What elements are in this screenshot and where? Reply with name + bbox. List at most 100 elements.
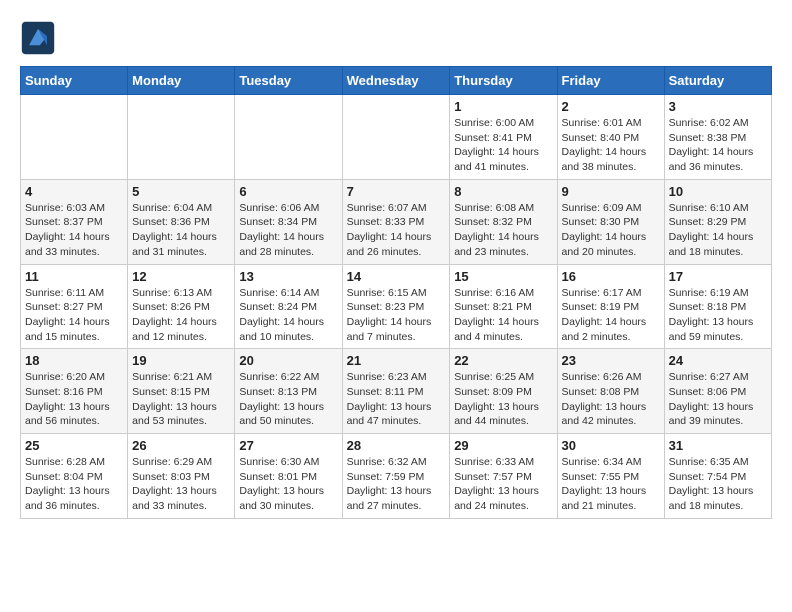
day-info: Sunrise: 6:25 AM Sunset: 8:09 PM Dayligh… <box>454 370 552 429</box>
day-info: Sunrise: 6:10 AM Sunset: 8:29 PM Dayligh… <box>669 201 767 260</box>
day-info: Sunrise: 6:35 AM Sunset: 7:54 PM Dayligh… <box>669 455 767 514</box>
header-row: SundayMondayTuesdayWednesdayThursdayFrid… <box>21 67 772 95</box>
day-info: Sunrise: 6:19 AM Sunset: 8:18 PM Dayligh… <box>669 286 767 345</box>
header <box>20 20 772 56</box>
calendar-cell: 3 Sunrise: 6:02 AM Sunset: 8:38 PM Daylig… <box>664 95 771 180</box>
day-number: 14 <box>347 269 446 284</box>
day-info: Sunrise: 6:23 AM Sunset: 8:11 PM Dayligh… <box>347 370 446 429</box>
day-number: 26 <box>132 438 230 453</box>
calendar-cell <box>342 95 450 180</box>
day-number: 6 <box>239 184 337 199</box>
calendar-cell: 18 Sunrise: 6:20 AM Sunset: 8:16 PM Dayli… <box>21 349 128 434</box>
calendar-cell: 27 Sunrise: 6:30 AM Sunset: 8:01 PM Dayli… <box>235 434 342 519</box>
day-number: 8 <box>454 184 552 199</box>
calendar-cell: 25 Sunrise: 6:28 AM Sunset: 8:04 PM Dayli… <box>21 434 128 519</box>
header-day-thursday: Thursday <box>450 67 557 95</box>
day-info: Sunrise: 6:34 AM Sunset: 7:55 PM Dayligh… <box>562 455 660 514</box>
day-number: 27 <box>239 438 337 453</box>
week-row-4: 18 Sunrise: 6:20 AM Sunset: 8:16 PM Dayli… <box>21 349 772 434</box>
calendar-cell <box>235 95 342 180</box>
calendar-cell: 26 Sunrise: 6:29 AM Sunset: 8:03 PM Dayli… <box>128 434 235 519</box>
week-row-3: 11Sunrise: 6:11 AM Sunset: 8:27 PM Dayli… <box>21 264 772 349</box>
day-number: 3 <box>669 99 767 114</box>
day-number: 12 <box>132 269 230 284</box>
calendar-cell: 11Sunrise: 6:11 AM Sunset: 8:27 PM Dayli… <box>21 264 128 349</box>
calendar-cell: 9Sunrise: 6:09 AM Sunset: 8:30 PM Daylig… <box>557 179 664 264</box>
day-info: Sunrise: 6:15 AM Sunset: 8:23 PM Dayligh… <box>347 286 446 345</box>
day-info: Sunrise: 6:27 AM Sunset: 8:06 PM Dayligh… <box>669 370 767 429</box>
day-number: 11 <box>25 269 123 284</box>
day-number: 30 <box>562 438 660 453</box>
logo <box>20 20 60 56</box>
day-number: 23 <box>562 353 660 368</box>
day-number: 24 <box>669 353 767 368</box>
header-day-sunday: Sunday <box>21 67 128 95</box>
calendar-body: 1Sunrise: 6:00 AM Sunset: 8:41 PM Daylig… <box>21 95 772 519</box>
calendar-cell: 15 Sunrise: 6:16 AM Sunset: 8:21 PM Dayli… <box>450 264 557 349</box>
day-info: Sunrise: 6:06 AM Sunset: 8:34 PM Dayligh… <box>239 201 337 260</box>
calendar-cell: 23 Sunrise: 6:26 AM Sunset: 8:08 PM Dayli… <box>557 349 664 434</box>
calendar-cell <box>21 95 128 180</box>
day-number: 7 <box>347 184 446 199</box>
day-info: Sunrise: 6:13 AM Sunset: 8:26 PM Dayligh… <box>132 286 230 345</box>
day-number: 28 <box>347 438 446 453</box>
calendar-cell: 30 Sunrise: 6:34 AM Sunset: 7:55 PM Dayli… <box>557 434 664 519</box>
day-info: Sunrise: 6:17 AM Sunset: 8:19 PM Dayligh… <box>562 286 660 345</box>
day-number: 22 <box>454 353 552 368</box>
day-number: 10 <box>669 184 767 199</box>
day-info: Sunrise: 6:21 AM Sunset: 8:15 PM Dayligh… <box>132 370 230 429</box>
calendar-cell: 28 Sunrise: 6:32 AM Sunset: 7:59 PM Dayli… <box>342 434 450 519</box>
day-number: 25 <box>25 438 123 453</box>
day-number: 17 <box>669 269 767 284</box>
week-row-2: 4Sunrise: 6:03 AM Sunset: 8:37 PM Daylig… <box>21 179 772 264</box>
day-number: 5 <box>132 184 230 199</box>
day-info: Sunrise: 6:09 AM Sunset: 8:30 PM Dayligh… <box>562 201 660 260</box>
day-info: Sunrise: 6:20 AM Sunset: 8:16 PM Dayligh… <box>25 370 123 429</box>
header-day-monday: Monday <box>128 67 235 95</box>
day-number: 31 <box>669 438 767 453</box>
week-row-1: 1Sunrise: 6:00 AM Sunset: 8:41 PM Daylig… <box>21 95 772 180</box>
calendar-cell: 14 Sunrise: 6:15 AM Sunset: 8:23 PM Dayli… <box>342 264 450 349</box>
day-info: Sunrise: 6:29 AM Sunset: 8:03 PM Dayligh… <box>132 455 230 514</box>
calendar-cell: 21 Sunrise: 6:23 AM Sunset: 8:11 PM Dayli… <box>342 349 450 434</box>
calendar-cell: 4Sunrise: 6:03 AM Sunset: 8:37 PM Daylig… <box>21 179 128 264</box>
calendar-cell: 10 Sunrise: 6:10 AM Sunset: 8:29 PM Dayli… <box>664 179 771 264</box>
header-day-wednesday: Wednesday <box>342 67 450 95</box>
logo-icon <box>20 20 56 56</box>
week-row-5: 25 Sunrise: 6:28 AM Sunset: 8:04 PM Dayli… <box>21 434 772 519</box>
day-number: 20 <box>239 353 337 368</box>
day-info: Sunrise: 6:07 AM Sunset: 8:33 PM Dayligh… <box>347 201 446 260</box>
day-info: Sunrise: 6:32 AM Sunset: 7:59 PM Dayligh… <box>347 455 446 514</box>
day-info: Sunrise: 6:33 AM Sunset: 7:57 PM Dayligh… <box>454 455 552 514</box>
header-day-saturday: Saturday <box>664 67 771 95</box>
day-info: Sunrise: 6:14 AM Sunset: 8:24 PM Dayligh… <box>239 286 337 345</box>
calendar-cell: 29 Sunrise: 6:33 AM Sunset: 7:57 PM Dayli… <box>450 434 557 519</box>
day-number: 29 <box>454 438 552 453</box>
day-info: Sunrise: 6:16 AM Sunset: 8:21 PM Dayligh… <box>454 286 552 345</box>
day-number: 21 <box>347 353 446 368</box>
calendar-cell <box>128 95 235 180</box>
day-info: Sunrise: 6:28 AM Sunset: 8:04 PM Dayligh… <box>25 455 123 514</box>
day-info: Sunrise: 6:26 AM Sunset: 8:08 PM Dayligh… <box>562 370 660 429</box>
calendar-cell: 5Sunrise: 6:04 AM Sunset: 8:36 PM Daylig… <box>128 179 235 264</box>
calendar-table: SundayMondayTuesdayWednesdayThursdayFrid… <box>20 66 772 519</box>
day-info: Sunrise: 6:30 AM Sunset: 8:01 PM Dayligh… <box>239 455 337 514</box>
calendar-cell: 13 Sunrise: 6:14 AM Sunset: 8:24 PM Dayli… <box>235 264 342 349</box>
day-number: 13 <box>239 269 337 284</box>
day-info: Sunrise: 6:08 AM Sunset: 8:32 PM Dayligh… <box>454 201 552 260</box>
calendar-cell: 2 Sunrise: 6:01 AM Sunset: 8:40 PM Daylig… <box>557 95 664 180</box>
calendar-cell: 12 Sunrise: 6:13 AM Sunset: 8:26 PM Dayli… <box>128 264 235 349</box>
calendar-cell: 22 Sunrise: 6:25 AM Sunset: 8:09 PM Dayli… <box>450 349 557 434</box>
day-number: 18 <box>25 353 123 368</box>
header-day-tuesday: Tuesday <box>235 67 342 95</box>
day-number: 2 <box>562 99 660 114</box>
calendar-cell: 24 Sunrise: 6:27 AM Sunset: 8:06 PM Dayli… <box>664 349 771 434</box>
day-number: 16 <box>562 269 660 284</box>
day-number: 15 <box>454 269 552 284</box>
day-info: Sunrise: 6:02 AM Sunset: 8:38 PM Dayligh… <box>669 116 767 175</box>
day-number: 4 <box>25 184 123 199</box>
calendar-cell: 1Sunrise: 6:00 AM Sunset: 8:41 PM Daylig… <box>450 95 557 180</box>
calendar-cell: 6 Sunrise: 6:06 AM Sunset: 8:34 PM Daylig… <box>235 179 342 264</box>
day-info: Sunrise: 6:01 AM Sunset: 8:40 PM Dayligh… <box>562 116 660 175</box>
calendar-cell: 19Sunrise: 6:21 AM Sunset: 8:15 PM Dayli… <box>128 349 235 434</box>
